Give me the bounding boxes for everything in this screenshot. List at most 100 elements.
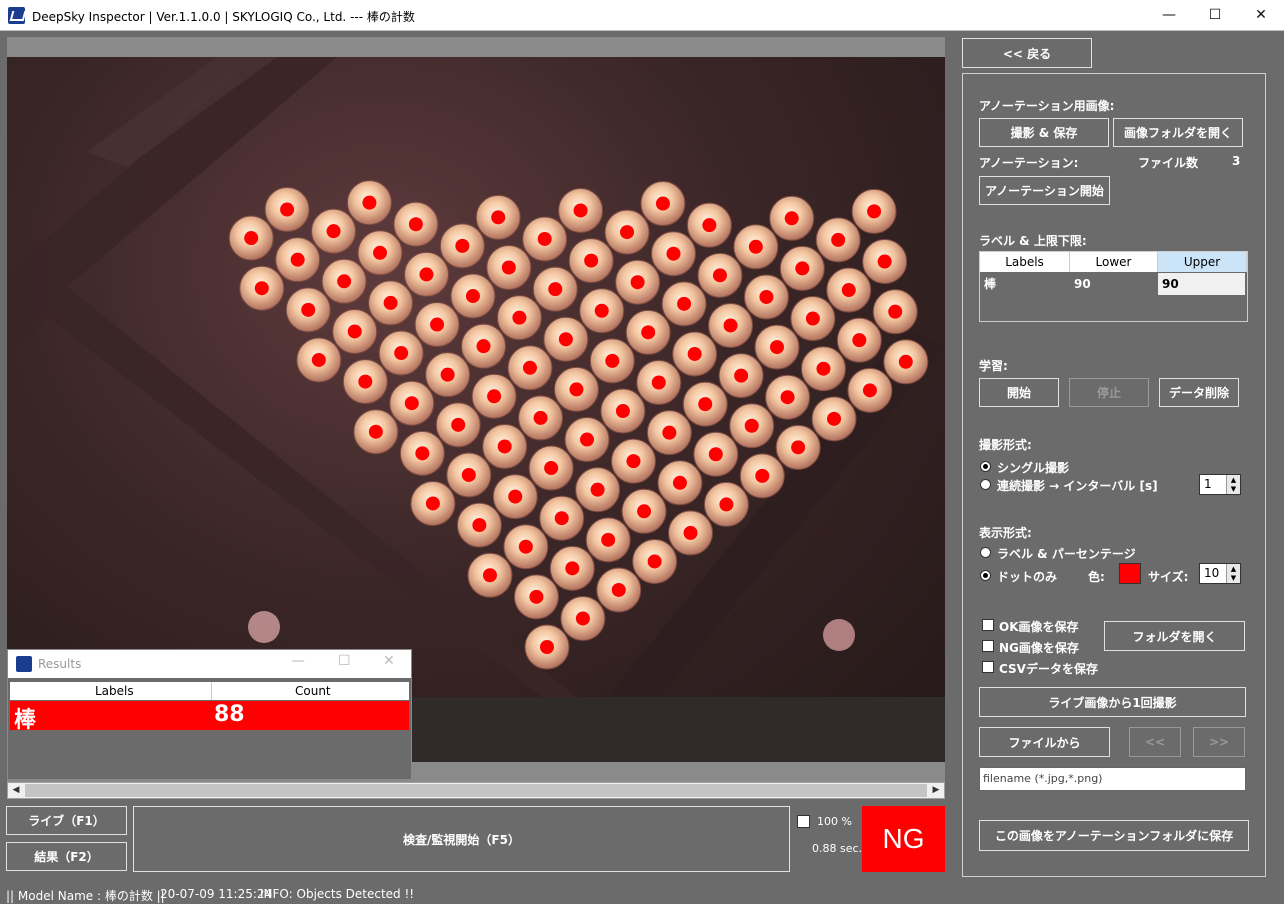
detection-dot (461, 467, 476, 482)
table-header-upper: Upper (1158, 252, 1247, 272)
detection-dot (827, 411, 842, 426)
results-minimize-button[interactable]: — (291, 653, 305, 669)
dots-only-radio[interactable] (980, 570, 991, 581)
detection-dot (497, 439, 512, 454)
detection-dot (683, 525, 698, 540)
detection-dot (898, 354, 913, 369)
scrollbar-thumb[interactable] (25, 784, 927, 797)
detection-dot (430, 317, 445, 332)
detection-dot (647, 554, 662, 569)
detection-dot (326, 224, 341, 239)
labels-limits-table[interactable]: Labels Lower Upper 棒 90 90 (979, 251, 1248, 322)
zoom-checkbox[interactable] (797, 815, 810, 828)
capture-once-button[interactable]: ライブ画像から1回撮影 (979, 687, 1246, 717)
table-cell-lower[interactable]: 90 (1070, 273, 1158, 295)
save-ng-label: NG画像を保存 (999, 641, 1079, 655)
live-button[interactable]: ライブ（F1） (6, 806, 127, 835)
results-title: Results (38, 657, 82, 671)
results-maximize-button[interactable]: ☐ (338, 653, 351, 669)
display-mode-label: 表示形式: (979, 526, 1032, 540)
image-horizontal-scrollbar[interactable]: ◀ ▶ (7, 782, 945, 799)
detection-dot (698, 397, 713, 412)
save-ng-checkbox[interactable] (982, 640, 994, 652)
results-header-divider (211, 682, 212, 700)
detection-dot (573, 203, 588, 218)
annotation-images-label: アノーテーション用画像: (979, 99, 1115, 113)
save-ok-label: OK画像を保存 (999, 620, 1079, 634)
start-annotation-button[interactable]: アノーテーション開始 (979, 176, 1110, 205)
inspect-start-button[interactable]: 検査/監視開始（F5） (133, 806, 790, 872)
detection-dot (522, 360, 537, 375)
scroll-left-icon[interactable]: ◀ (8, 783, 24, 798)
detection-dot (512, 310, 527, 325)
spinner-down-icon[interactable]: ▼ (1226, 573, 1240, 583)
table-cell-upper[interactable]: 90 (1158, 273, 1245, 295)
table-cell-label[interactable]: 棒 (980, 273, 1070, 295)
size-spinner[interactable]: 10 ▲ ▼ (1199, 563, 1241, 584)
detection-dot (537, 231, 552, 246)
results-row-label: 棒 (14, 708, 37, 733)
detection-dot (805, 311, 820, 326)
next-file-button[interactable]: >> (1193, 727, 1245, 757)
save-ok-checkbox[interactable] (982, 619, 994, 631)
label-percentage-radio[interactable] (980, 547, 991, 558)
detection-dot (544, 461, 559, 476)
detection-dot (451, 417, 466, 432)
detection-dot (755, 468, 770, 483)
maximize-button[interactable]: ☐ (1192, 0, 1238, 31)
dot-color-swatch[interactable] (1119, 563, 1141, 584)
learning-stop-button[interactable]: 停止 (1069, 378, 1149, 407)
continuous-capture-radio[interactable] (980, 479, 991, 490)
interval-spinner[interactable]: 1 ▲ ▼ (1199, 474, 1241, 495)
detection-dot (408, 217, 423, 232)
rod-ends (228, 180, 929, 670)
minimize-button[interactable]: — (1146, 0, 1192, 31)
verdict-badge: NG (862, 806, 945, 872)
labels-limits-label: ラベル & 上限下限: (979, 234, 1087, 248)
back-button[interactable]: << 戻る (962, 38, 1092, 68)
dots-only-label: ドットのみ (997, 570, 1058, 584)
detection-dot (554, 511, 569, 526)
prev-file-button[interactable]: << (1129, 727, 1181, 757)
detection-dot (465, 289, 480, 304)
save-csv-checkbox[interactable] (982, 661, 994, 673)
open-image-folder-button[interactable]: 画像フォルダを開く (1113, 118, 1243, 147)
results-col-labels: Labels (95, 684, 134, 698)
detection-dot (611, 582, 626, 597)
detection-dot (584, 253, 599, 268)
filename-input[interactable]: filename (*.jpg,*.png) (979, 767, 1246, 791)
detection-dot (280, 202, 295, 217)
save-to-annotation-button[interactable]: この画像をアノーテーションフォルダに保存 (979, 820, 1249, 851)
status-model-name: || Model Name : 棒の計数 || (6, 889, 165, 903)
single-capture-label: シングル撮影 (997, 461, 1070, 475)
open-folder-button[interactable]: フォルダを開く (1104, 621, 1245, 651)
capture-save-button[interactable]: 撮影 & 保存 (979, 118, 1109, 147)
detection-dot (529, 589, 544, 604)
single-capture-radio[interactable] (980, 461, 991, 472)
image-top-strip (7, 37, 945, 57)
color-label: 色: (1088, 570, 1105, 584)
delete-data-button[interactable]: データ削除 (1159, 378, 1239, 407)
result-button[interactable]: 結果（F2） (6, 842, 127, 871)
size-label: サイズ: (1148, 570, 1189, 584)
detection-dot (784, 211, 799, 226)
from-file-button[interactable]: ファイルから (979, 727, 1110, 757)
learning-start-button[interactable]: 開始 (979, 378, 1059, 407)
close-button[interactable]: ✕ (1238, 0, 1284, 31)
interval-value: 1 (1204, 477, 1212, 491)
scroll-right-icon[interactable]: ▶ (928, 783, 944, 798)
results-close-button[interactable]: ✕ (383, 653, 395, 669)
results-window: Results — ☐ ✕ Labels Count 棒 88 (7, 649, 412, 780)
spinner-down-icon[interactable]: ▼ (1226, 484, 1240, 494)
detection-dot (637, 504, 652, 519)
detection-dot (472, 518, 487, 533)
detection-dot (831, 232, 846, 247)
learning-label: 学習: (979, 359, 1008, 373)
detection-dot (244, 231, 259, 246)
results-row[interactable]: 棒 88 (10, 701, 409, 733)
detection-dot (791, 440, 806, 455)
detection-dot (508, 489, 523, 504)
detection-dot (455, 238, 470, 253)
detection-dot (594, 303, 609, 318)
detection-dot (662, 425, 677, 440)
